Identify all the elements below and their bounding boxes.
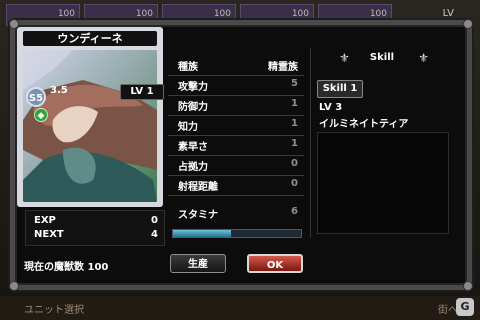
skill-panel: ⚜ Skill ⚜ Skill 1 LV 3 イルミネイトティア (310, 48, 453, 238)
rank-value: 3.5 (50, 85, 68, 96)
water-element-icon: ◆ (34, 108, 48, 122)
stamina-bar (172, 229, 302, 238)
stat-value: 精霊族 (268, 62, 298, 73)
stat-intelligence: 知力 1 (168, 115, 304, 136)
unit-name: ウンディーネ (23, 31, 157, 46)
stat-label: 射程距離 (178, 182, 218, 193)
fleur-icon: ⚜ (339, 51, 350, 65)
stat-race: 種族 精霊族 (168, 55, 304, 76)
next-row: NEXT 4 (34, 229, 158, 243)
next-value: 4 (151, 229, 158, 240)
stat-stamina: スタミナ 6 (168, 203, 304, 223)
stat-range: 射程距離 0 (168, 175, 304, 196)
stat-value: 1 (291, 138, 298, 149)
skill-level: LV 3 (319, 102, 343, 113)
exp-row: EXP 0 (34, 215, 158, 229)
exp-label: EXP (34, 215, 56, 226)
ok-button[interactable]: OK (247, 254, 303, 273)
background-unit-select: ユニット選択 (24, 305, 84, 316)
magic-beast-value: 100 (87, 262, 109, 273)
skill-header-label: Skill (369, 52, 395, 63)
stat-label: 攻撃力 (178, 82, 208, 93)
exp-value: 0 (151, 215, 158, 226)
unit-level-badge: LV 1 (120, 84, 164, 100)
stat-label: 知力 (178, 122, 198, 133)
fleur-icon: ⚜ (418, 51, 429, 65)
stat-value: 0 (291, 158, 298, 169)
skill-description (317, 132, 449, 234)
stat-label: 素早さ (178, 142, 208, 153)
stat-label: 防御力 (178, 102, 208, 113)
stat-label: 種族 (178, 62, 198, 73)
stat-value: 5 (291, 78, 298, 89)
stat-label: 占拠力 (178, 162, 208, 173)
stat-attack: 攻撃力 5 (168, 75, 304, 96)
stat-value: 1 (291, 98, 298, 109)
background-town-button: 街へ (438, 305, 458, 316)
produce-button[interactable]: 生産 (170, 254, 226, 273)
skill-tab-1[interactable]: Skill 1 (317, 80, 363, 98)
frame-rivet (9, 281, 19, 291)
next-label: NEXT (34, 229, 64, 240)
magic-beast-count: 現在の魔獣数 100 (24, 258, 108, 273)
skill-name: イルミネイトティア (319, 119, 409, 130)
magic-beast-label: 現在の魔獣数 (24, 262, 84, 273)
stamina-bar-fill (173, 230, 231, 237)
frame-rivet (463, 281, 473, 291)
unit-portrait (23, 50, 157, 202)
background-lv-label: LV (442, 8, 454, 19)
stat-value: 0 (291, 178, 298, 189)
brand-logo: G (456, 298, 474, 316)
stat-value: 6 (291, 206, 298, 217)
stat-defense: 防御力 1 (168, 95, 304, 116)
stat-agility: 素早さ 1 (168, 135, 304, 156)
rank-badge: S5 (26, 87, 46, 107)
stats-panel: 種族 精霊族 攻撃力 5 防御力 1 知力 1 素早さ 1 占拠力 0 射程距離… (168, 43, 304, 243)
frame-rivet (463, 19, 473, 29)
skill-header: ⚜ Skill ⚜ (311, 50, 453, 66)
stat-value: 1 (291, 118, 298, 129)
exp-panel: EXP 0 NEXT 4 (25, 210, 165, 246)
stat-label: スタミナ (178, 210, 218, 221)
stat-occupation: 占拠力 0 (168, 155, 304, 176)
